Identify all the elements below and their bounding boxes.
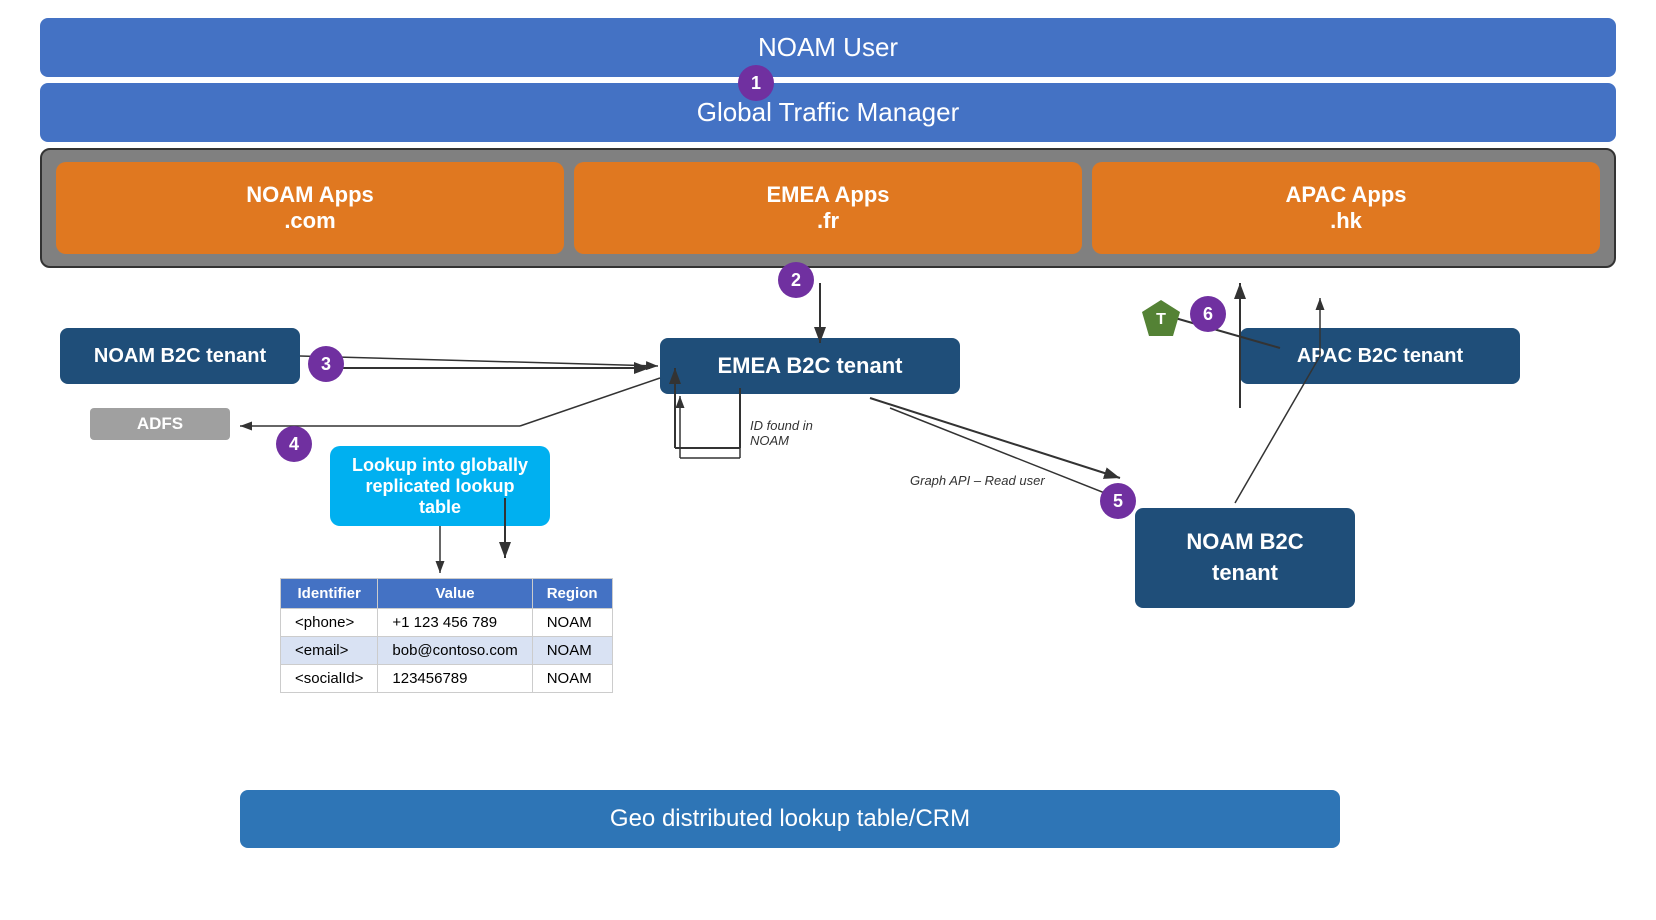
lower-section: 2 NOAM B2C tenant ADFS 3 4 Lookup into g…	[40, 278, 1616, 858]
badge-5: 5	[1100, 483, 1136, 519]
col-value: Value	[378, 579, 532, 609]
noam-apps-box: NOAM Apps .com	[56, 162, 564, 254]
adfs-box: ADFS	[90, 408, 230, 440]
apac-b2c-tenant-box: APAC B2C tenant	[1240, 328, 1520, 384]
table-row: <socialId> 123456789 NOAM	[281, 665, 613, 693]
gtm-bar: Global Traffic Manager	[40, 83, 1616, 142]
noam-user-label: NOAM User	[758, 32, 898, 62]
badge-2: 2	[778, 262, 814, 298]
noam-b2c-tenant-2-box: NOAM B2C tenant	[1135, 508, 1355, 608]
col-region: Region	[532, 579, 612, 609]
table-row: <email> bob@contoso.com NOAM	[281, 637, 613, 665]
apac-apps-box: APAC Apps .hk	[1092, 162, 1600, 254]
badge-6: 6	[1190, 296, 1226, 332]
graph-api-label: Graph API – Read user	[910, 473, 1045, 488]
pentagon-t-icon: T	[1140, 298, 1182, 340]
noam-user-bar: NOAM User	[40, 18, 1616, 77]
diagram: NOAM User Global Traffic Manager 1 NOAM …	[0, 0, 1656, 920]
noam-b2c-tenant-box: NOAM B2C tenant	[60, 328, 300, 384]
badge-1: 1	[738, 65, 774, 101]
emea-b2c-tenant-box: EMEA B2C tenant	[660, 338, 960, 394]
badge-3: 3	[308, 346, 344, 382]
badge-4: 4	[276, 426, 312, 462]
lookup-box: Lookup into globally replicated lookup t…	[330, 446, 550, 526]
id-found-label: ID found in NOAM	[750, 418, 813, 448]
emea-apps-box: EMEA Apps .fr	[574, 162, 1082, 254]
geo-bar: Geo distributed lookup table/CRM	[240, 790, 1340, 848]
gtm-label: Global Traffic Manager	[697, 97, 960, 127]
svg-text:T: T	[1156, 311, 1166, 328]
table-row: <phone> +1 123 456 789 NOAM	[281, 609, 613, 637]
col-identifier: Identifier	[281, 579, 378, 609]
lookup-data-table: Identifier Value Region <phone> +1 123 4…	[280, 578, 613, 693]
apps-row: NOAM Apps .com EMEA Apps .fr APAC Apps .…	[40, 148, 1616, 268]
